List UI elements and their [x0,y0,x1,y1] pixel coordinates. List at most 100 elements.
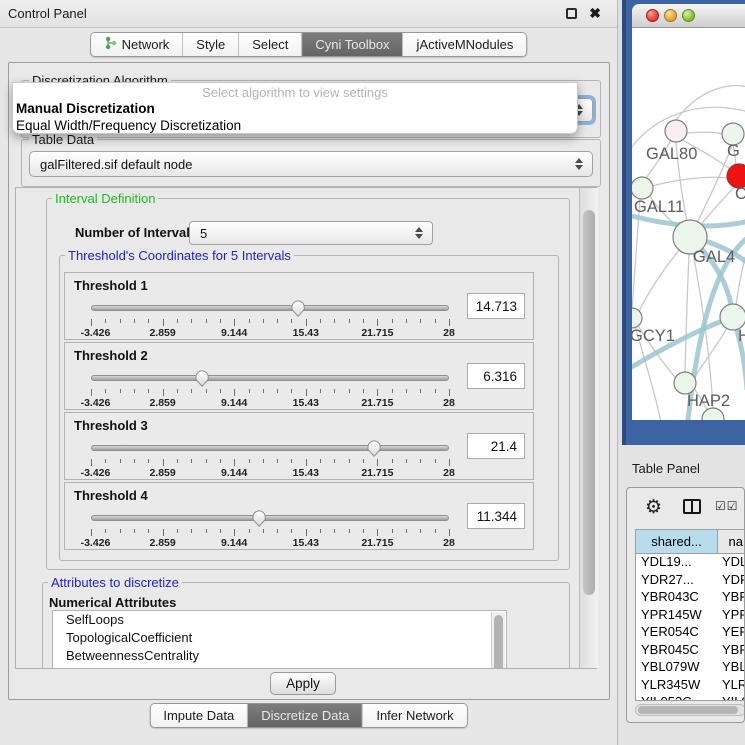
table-row[interactable]: YBR045CYBR0 [636,642,745,660]
threshold-value-input[interactable] [467,503,525,529]
threshold-slider[interactable]: -3.4262.8599.14415.4321.71528 [91,439,449,479]
cell-name: YBR0 [718,589,745,607]
number-of-intervals-spinner[interactable]: 5 [189,221,433,245]
network-node[interactable] [674,372,696,394]
network-node-label: H [738,327,745,345]
network-view-window: GAL80GCGAL11GAL4GCY1HHAP2 [622,0,745,445]
table-header-row: shared... na [636,530,745,554]
algorithm-option[interactable]: Manual Discretization [13,100,577,117]
attribute-list-item[interactable]: SelfLoops [53,611,506,629]
slider-tick [420,319,421,323]
bottom-tab-discretize-data[interactable]: Discretize Data [248,704,363,727]
table-row[interactable]: YLR345WYLR3 [636,677,745,695]
bottom-tab-infer-network[interactable]: Infer Network [363,704,466,727]
column-header-name[interactable]: na [718,530,745,553]
algorithm-option[interactable]: Equal Width/Frequency Discretization [13,117,577,134]
slider-thumb[interactable] [194,369,210,393]
threshold-value-input[interactable] [467,433,525,459]
slider-tick [206,459,207,463]
slider-tick-label: 28 [443,327,455,339]
network-edge[interactable] [687,132,722,134]
slider-tick [349,319,350,323]
table-row[interactable]: YER054CYER0 [636,624,745,642]
threshold-slider[interactable]: -3.4262.8599.14415.4321.71528 [91,369,449,409]
slider-tick [177,389,178,393]
network-node-label: G [727,142,740,160]
number-of-intervals-label: Number of Intervals [75,225,197,240]
apply-button[interactable]: Apply [270,672,336,695]
table-horizontal-scrollbar[interactable] [635,704,745,716]
tab-select[interactable]: Select [239,33,302,56]
threshold-value-input[interactable] [467,363,525,389]
network-edge[interactable] [676,86,745,120]
slider-tick-label: 9.144 [221,327,247,339]
slider-tick-label: 2.859 [149,327,175,339]
numerical-attributes-list[interactable]: SelfLoopsTopologicalCoefficientBetweenne… [52,610,507,669]
table-row[interactable]: YIL052CYIL0 [636,694,745,701]
slider-thumb[interactable] [290,299,306,323]
slider-tick [220,529,221,533]
slider-thumb[interactable] [251,509,267,533]
slider-tick-label: 21.715 [361,327,393,339]
algorithm-prompt-option[interactable]: Select algorithm to view settings [13,83,577,100]
bottom-tab-impute-data[interactable]: Impute Data [150,704,248,727]
gear-icon[interactable]: ⚙ [645,496,662,518]
float-window-icon[interactable] [566,8,577,19]
tab-label: Select [252,37,288,52]
checkbox-columns-icon[interactable]: ☑☑ [715,499,739,513]
cell-shared-name: YBL079W [636,659,718,677]
slider-tick [91,389,92,396]
column-header-shared-name[interactable]: shared... [636,530,718,553]
slider-tick [377,389,378,396]
threshold-slider[interactable]: -3.4262.8599.14415.4321.71528 [91,299,449,339]
table-row[interactable]: YBL079WYBL0 [636,659,745,677]
minimize-traffic-light[interactable] [664,9,677,22]
slider-tick [277,529,278,533]
zoom-traffic-light[interactable] [682,9,695,22]
threshold-slider[interactable]: -3.4262.8599.14415.4321.71528 [91,509,449,549]
slider-track [91,445,449,451]
slider-tick-label: 21.715 [361,397,393,409]
settings-vertical-scrollbar[interactable] [579,188,598,668]
network-node[interactable] [665,120,687,142]
slider-tick [349,529,350,533]
attribute-list-item[interactable]: BetweennessCentrality [53,647,506,665]
network-edge[interactable] [685,237,690,372]
network-node[interactable] [632,308,642,328]
slider-tick [234,459,235,466]
slider-tick [320,389,321,393]
tab-cyni-toolbox[interactable]: Cyni Toolbox [302,33,403,56]
table-row[interactable]: YDR27...YDR2 [636,572,745,590]
slider-tick [334,529,335,533]
slider-tick [91,529,92,536]
threshold-value-input[interactable] [467,293,525,319]
table-row[interactable]: YDL19...YDL1 [636,554,745,572]
slider-tick [249,319,250,323]
network-canvas[interactable]: GAL80GCGAL11GAL4GCY1HHAP2 [632,28,745,420]
tab-style[interactable]: Style [183,33,239,56]
split-columns-icon[interactable] [683,499,701,514]
cell-shared-name: YBR043C [636,589,718,607]
slider-tick [449,389,450,396]
network-icon [104,36,117,53]
close-traffic-light[interactable] [646,9,659,22]
table-data-combobox[interactable]: galFiltered.sif default node [29,151,593,177]
cell-shared-name: YBR045C [636,642,718,660]
slider-track [91,375,449,381]
network-edge-thick[interactable] [632,317,733,373]
table-row[interactable]: YBR043CYBR0 [636,589,745,607]
network-node[interactable] [632,177,653,199]
tab-jactivemnodules[interactable]: jActiveMNodules [404,33,527,56]
attribute-list-item[interactable]: TopologicalCoefficient [53,629,506,647]
slider-tick [249,459,250,463]
tab-network[interactable]: Network [91,33,184,56]
slider-thumb[interactable] [366,439,382,463]
tab-label: Cyni Toolbox [315,37,389,52]
network-window-titlebar[interactable] [632,4,745,28]
close-icon[interactable]: ✖ [589,5,601,22]
attributes-list-scrollbar[interactable] [491,612,505,669]
algorithm-dropdown-popup: Select algorithm to view settings Manual… [12,82,578,134]
table-row[interactable]: YPR145WYPR1 [636,607,745,625]
slider-tick [105,319,106,323]
slider-tick [449,319,450,326]
